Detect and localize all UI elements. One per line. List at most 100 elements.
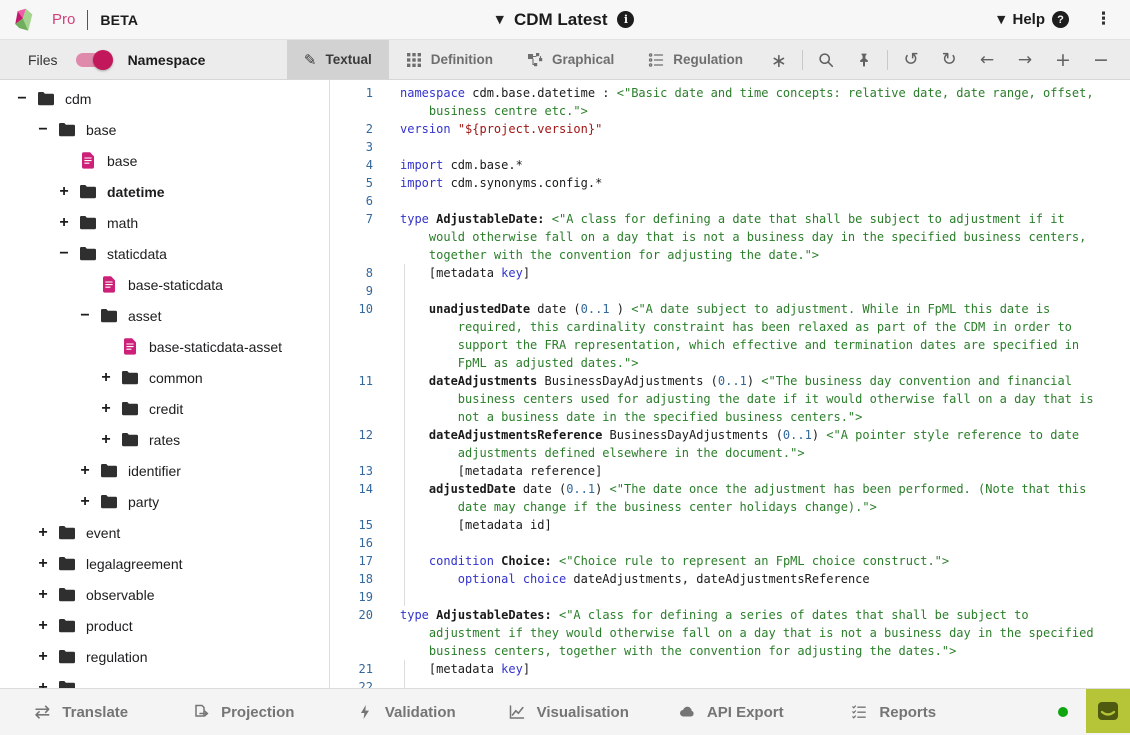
code-text: adjustedDate date (0..1) <"The date once…	[400, 480, 1101, 516]
code-line-2[interactable]: 2version "${project.version}"	[330, 120, 1130, 138]
code-line-15[interactable]: 15[metadata id]	[330, 516, 1130, 534]
list-icon	[648, 52, 664, 68]
bottom-item-visualisation[interactable]: Visualisation	[488, 701, 651, 723]
collapse-icon[interactable]: −	[54, 245, 74, 263]
tree-item-label: asset	[128, 308, 161, 324]
tab-definition[interactable]: Definition	[389, 40, 510, 79]
intercom-chat-button[interactable]	[1086, 689, 1130, 733]
asterisk-icon[interactable]: ∗	[765, 46, 793, 74]
code-line-6[interactable]: 6	[330, 192, 1130, 210]
tree-item-base[interactable]: base	[0, 145, 329, 176]
code-line-8[interactable]: 8[metadata key]	[330, 264, 1130, 282]
undo-icon[interactable]: ↺	[897, 46, 925, 74]
code-line-3[interactable]: 3	[330, 138, 1130, 156]
tree-item-credit[interactable]: +credit	[0, 393, 329, 424]
code-line-16[interactable]: 16	[330, 534, 1130, 552]
bottom-item-validation[interactable]: Validation	[325, 701, 488, 723]
code-editor[interactable]: 1namespace cdm.base.datetime : <"Basic d…	[330, 80, 1130, 688]
pin-icon[interactable]	[850, 46, 878, 74]
plus-icon[interactable]: +	[1049, 46, 1077, 74]
tree-item-observable[interactable]: +observable	[0, 579, 329, 610]
tree-item-event[interactable]: + event	[0, 517, 329, 548]
expand-icon[interactable]: +	[96, 431, 116, 449]
code-line-4[interactable]: 4import cdm.base.*	[330, 156, 1130, 174]
bottom-item-reports[interactable]: Reports	[813, 701, 976, 723]
tab-regulation[interactable]: Regulation	[631, 40, 760, 79]
expand-icon[interactable]: +	[33, 524, 53, 542]
tree-item-identifier[interactable]: +identifier	[0, 455, 329, 486]
minus-icon[interactable]: −	[1087, 46, 1115, 74]
tree-item-product[interactable]: +product	[0, 610, 329, 641]
code-line-10[interactable]: 10unadjustedDate date (0..1 ) <"A date s…	[330, 300, 1130, 372]
line-number: 5	[330, 174, 373, 192]
search-icon[interactable]	[812, 46, 840, 74]
kebab-menu-icon[interactable]: ⋮	[1095, 11, 1112, 28]
code-line-21[interactable]: 21[metadata key]	[330, 660, 1130, 678]
arrow-right-icon[interactable]: →	[1011, 46, 1039, 74]
code-line-12[interactable]: 12dateAdjustmentsReference BusinessDayAd…	[330, 426, 1130, 462]
redo-icon[interactable]: ↻	[935, 46, 963, 74]
code-line-19[interactable]: 19	[330, 588, 1130, 606]
bottom-item-translate[interactable]: ⇄Translate	[0, 701, 163, 723]
tab-graphical[interactable]: Graphical	[510, 40, 631, 79]
expand-icon[interactable]: +	[33, 586, 53, 604]
expand-icon[interactable]: +	[75, 493, 95, 511]
expand-icon[interactable]: +	[96, 400, 116, 418]
expand-icon[interactable]: +	[54, 183, 74, 201]
expand-icon[interactable]: +	[33, 555, 53, 573]
tree-item-label: event	[86, 525, 120, 541]
tree-item-clipped[interactable]: +	[0, 672, 329, 688]
collapse-icon[interactable]: −	[33, 121, 53, 139]
expand-icon[interactable]: +	[33, 648, 53, 666]
line-number: 8	[330, 264, 373, 282]
code-line-14[interactable]: 14 adjustedDate date (0..1) <"The date on…	[330, 480, 1130, 516]
expand-icon[interactable]: +	[75, 462, 95, 480]
tree-item-legalagreement[interactable]: +legalagreement	[0, 548, 329, 579]
namespace-label: Namespace	[128, 52, 206, 68]
tree-item-base-staticdata[interactable]: base-staticdata	[0, 269, 329, 300]
tree-item-datetime[interactable]: +datetime	[0, 176, 329, 207]
code-text: type AdjustableDate: <"A class for defin…	[400, 210, 1101, 264]
info-icon[interactable]: i	[617, 11, 634, 28]
tree-item-party[interactable]: +party	[0, 486, 329, 517]
code-line-9[interactable]: 9	[330, 282, 1130, 300]
tree-item-regulation[interactable]: +regulation	[0, 641, 329, 672]
tab-textual[interactable]: ✎Textual	[287, 40, 389, 79]
expand-icon[interactable]: +	[33, 679, 53, 689]
code-line-11[interactable]: 11dateAdjustments BusinessDayAdjustments…	[330, 372, 1130, 426]
code-line-1[interactable]: 1namespace cdm.base.datetime : <"Basic d…	[330, 84, 1130, 120]
line-number: 14	[330, 480, 373, 516]
code-text	[400, 588, 1101, 606]
expand-icon[interactable]: +	[54, 214, 74, 232]
code-text: [metadata id]	[400, 516, 1101, 534]
tree-item-common[interactable]: +common	[0, 362, 329, 393]
bottom-item-api-export[interactable]: API Export	[650, 701, 813, 723]
code-line-13[interactable]: 13[metadata reference]	[330, 462, 1130, 480]
tree-item-staticdata[interactable]: −staticdata	[0, 238, 329, 269]
project-selector[interactable]: CDM Latest	[514, 10, 608, 30]
bottom-item-projection[interactable]: Projection	[163, 701, 326, 723]
tree-item-asset[interactable]: − asset	[0, 300, 329, 331]
expand-icon[interactable]: +	[96, 369, 116, 387]
toggle-knob	[93, 50, 113, 70]
help-menu[interactable]: ▼ Help ?	[997, 11, 1069, 28]
code-line-20[interactable]: 20type AdjustableDates: <"A class for de…	[330, 606, 1130, 660]
code-line-22[interactable]: 22	[330, 678, 1130, 688]
collapse-icon[interactable]: −	[12, 90, 32, 108]
code-line-5[interactable]: 5import cdm.synonyms.config.*	[330, 174, 1130, 192]
folder-icon	[57, 649, 77, 664]
line-number: 21	[330, 660, 373, 678]
arrow-left-icon[interactable]: ←	[973, 46, 1001, 74]
code-line-17[interactable]: 17condition Choice: <"Choice rule to rep…	[330, 552, 1130, 570]
code-line-7[interactable]: 7type AdjustableDate: <"A class for defi…	[330, 210, 1130, 264]
tree-item-rates[interactable]: +rates	[0, 424, 329, 455]
tree-item-base[interactable]: −base	[0, 114, 329, 145]
tree-item-base-staticdata-asset[interactable]: base-staticdata-asset	[0, 331, 329, 362]
code-line-18[interactable]: 18optional choice dateAdjustments, dateA…	[330, 570, 1130, 588]
expand-icon[interactable]: +	[33, 617, 53, 635]
files-namespace-toggle[interactable]	[76, 53, 110, 67]
toolbar-divider	[887, 50, 888, 70]
collapse-icon[interactable]: −	[75, 307, 95, 325]
tree-item-math[interactable]: +math	[0, 207, 329, 238]
tree-item-cdm[interactable]: −cdm	[0, 83, 329, 114]
